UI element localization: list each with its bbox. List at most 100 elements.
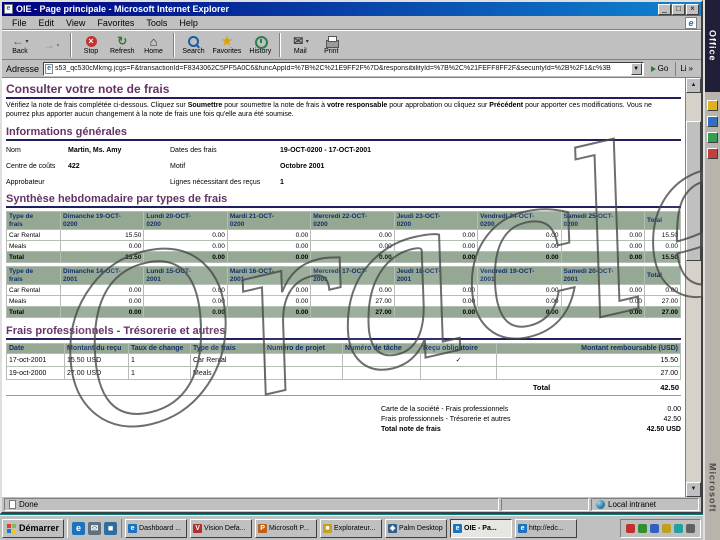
menu-item-tools[interactable]: Tools: [140, 18, 173, 28]
show-desktop-quicklaunch-icon[interactable]: ■: [104, 521, 118, 535]
cell-value: Car Rental: [190, 353, 265, 367]
intro-segment: Vérifiez la note de frais complétée ci-d…: [6, 102, 188, 109]
document-icon: [9, 500, 16, 509]
dropdown-arrow-icon[interactable]: ▾: [25, 38, 28, 45]
task-label: Dashboard ...: [139, 524, 182, 532]
mail-button[interactable]: ▾ Mail: [285, 31, 315, 59]
office-shortcut-icon-1[interactable]: [707, 100, 718, 111]
links-label: Li: [680, 64, 687, 73]
tray-icon-5[interactable]: [674, 523, 683, 533]
tray-icon-2[interactable]: [638, 523, 647, 533]
task-button-explorateur[interactable]: ■ Explorateur...: [320, 518, 383, 538]
task-button-palmdesktop[interactable]: ◆ Palm Desktop: [385, 518, 448, 538]
go-button[interactable]: Go: [648, 62, 672, 76]
cell-value: 0.00: [310, 284, 395, 296]
office-bar-title: Office: [707, 30, 718, 62]
task-label: Vision Defa...: [204, 524, 246, 532]
task-button-httpedc[interactable]: e http://edc...: [515, 518, 578, 538]
dropdown-arrow-icon[interactable]: ▾: [56, 42, 59, 49]
ie-quicklaunch-icon[interactable]: e: [72, 521, 86, 535]
menu-item-edit[interactable]: Edit: [33, 18, 61, 28]
intro-segment: pour approbation ou cliquez sur: [387, 102, 490, 109]
office-bar-icons: [707, 100, 718, 159]
print-button[interactable]: Print: [316, 31, 346, 59]
office-shortcut-icon-4[interactable]: [707, 148, 718, 159]
titlebar[interactable]: e OIE - Page principale - Microsoft Inte…: [2, 2, 701, 16]
scroll-up-button[interactable]: ▲: [686, 78, 701, 93]
menu-item-help[interactable]: Help: [173, 18, 204, 28]
summary-label: Frais professionnels - Trésorerie et aut…: [381, 416, 511, 423]
close-button[interactable]: ×: [686, 3, 699, 15]
menu-item-file[interactable]: File: [6, 18, 33, 28]
dropdown-arrow-icon[interactable]: ▾: [306, 38, 309, 45]
office-shortcut-icon-3[interactable]: [707, 132, 718, 143]
home-button[interactable]: Home: [139, 31, 169, 59]
office-bar-header[interactable]: Office: [705, 0, 720, 92]
column-header: Numéro de tâche: [342, 343, 421, 354]
scrollbar-thumb[interactable]: [686, 121, 701, 261]
office-shortcut-icon-2[interactable]: [707, 116, 718, 127]
row-label: Car Rental: [6, 229, 61, 241]
task-button-oiepa[interactable]: e OIE - Pa...: [450, 518, 513, 538]
tray-icon-3[interactable]: [650, 523, 659, 533]
favorites-button[interactable]: Favorites: [210, 31, 245, 59]
start-button[interactable]: Démarrer: [2, 518, 65, 538]
table-header-row: Type de frais Dimanche 14-OCT- 2001 Lundi 15…: [6, 266, 681, 285]
column-header: Mardi 21-OCT- 0200: [226, 211, 312, 230]
cell-value: 0.00: [393, 284, 479, 296]
back-button[interactable]: ▾ Back: [5, 31, 35, 59]
refresh-button[interactable]: Refresh: [107, 31, 138, 59]
task-button-microsoftp[interactable]: P Microsoft P...: [255, 518, 318, 538]
links-bar[interactable]: Li »: [675, 61, 697, 76]
taskbar: Démarrer e ✉ ■ e Dashboard ... V Vision Defa.…: [0, 515, 703, 540]
menu-item-favorites[interactable]: Favorites: [91, 18, 140, 28]
status-text: Done: [19, 500, 39, 509]
task-button-visiondefa[interactable]: V Vision Defa...: [190, 518, 253, 538]
task-app-icon: P: [258, 523, 268, 533]
quick-launch: e ✉ ■: [67, 518, 123, 538]
cell-value: 27.00: [496, 366, 681, 380]
tray-icon-1[interactable]: [626, 523, 635, 533]
outlook-quicklaunch-icon[interactable]: ✉: [88, 521, 102, 535]
scrollbar-track[interactable]: [686, 93, 701, 482]
status-progress-panel: [501, 498, 589, 511]
task-button-dashboard[interactable]: e Dashboard ...: [125, 518, 188, 538]
cell-value: 0.00: [393, 306, 479, 318]
maximize-button[interactable]: □: [672, 3, 685, 15]
table-row: Meals 0.00 0.00 0.00 27.00 0.00 0.00 0.00 27.00: [6, 295, 681, 307]
cell-value: 19-oct-2000: [6, 366, 65, 380]
tray-icon-6[interactable]: [686, 523, 695, 533]
go-arrow-icon: [650, 65, 656, 72]
tray-icon-4[interactable]: [662, 523, 671, 533]
scroll-down-button[interactable]: ▼: [686, 482, 701, 497]
history-button[interactable]: History: [245, 31, 275, 59]
cell-value: 27.00 USD: [64, 366, 129, 380]
search-button[interactable]: Search: [179, 31, 209, 59]
intro-emphasis: Précédent: [489, 102, 524, 109]
address-page-icon: e: [45, 63, 54, 74]
cell-value: 0.00: [393, 240, 479, 252]
address-url: s53_qc530cMkmg.jcgs=F&transactionId=F834…: [55, 65, 611, 72]
cell-value: 27.00: [644, 306, 681, 318]
menu-item-view[interactable]: View: [60, 18, 91, 28]
address-dropdown-button[interactable]: ▼: [630, 62, 642, 75]
status-message-panel: Done: [4, 498, 499, 511]
minimize-button[interactable]: _: [658, 3, 671, 15]
address-label: Adresse: [6, 63, 40, 74]
forward-button[interactable]: ▾: [36, 31, 66, 59]
field-value-lignes: 1: [280, 179, 284, 186]
stop-button[interactable]: Stop: [76, 31, 106, 59]
toolbar-separator: [172, 33, 175, 57]
home-icon: [147, 35, 160, 48]
cell-value: 0.00: [477, 240, 562, 252]
address-input[interactable]: e s53_qc530cMkmg.jcgs=F&transactionId=F8…: [43, 61, 644, 76]
vertical-scrollbar[interactable]: ▲ ▼: [685, 78, 701, 497]
section-title-details: Frais professionnels - Trésorerie et aut…: [6, 325, 226, 337]
field-value-dates: 19-OCT-0200 - 17-OCT-2001: [280, 147, 372, 154]
details-table: Date Montant du reçu Taux de change Type de…: [6, 343, 681, 380]
cell-value: 0.00: [560, 284, 646, 296]
cell-value: 27.00: [310, 306, 395, 318]
cell-value: 0.00: [477, 229, 562, 241]
summary-label: Carte de la société - Frais professionne…: [381, 406, 509, 413]
